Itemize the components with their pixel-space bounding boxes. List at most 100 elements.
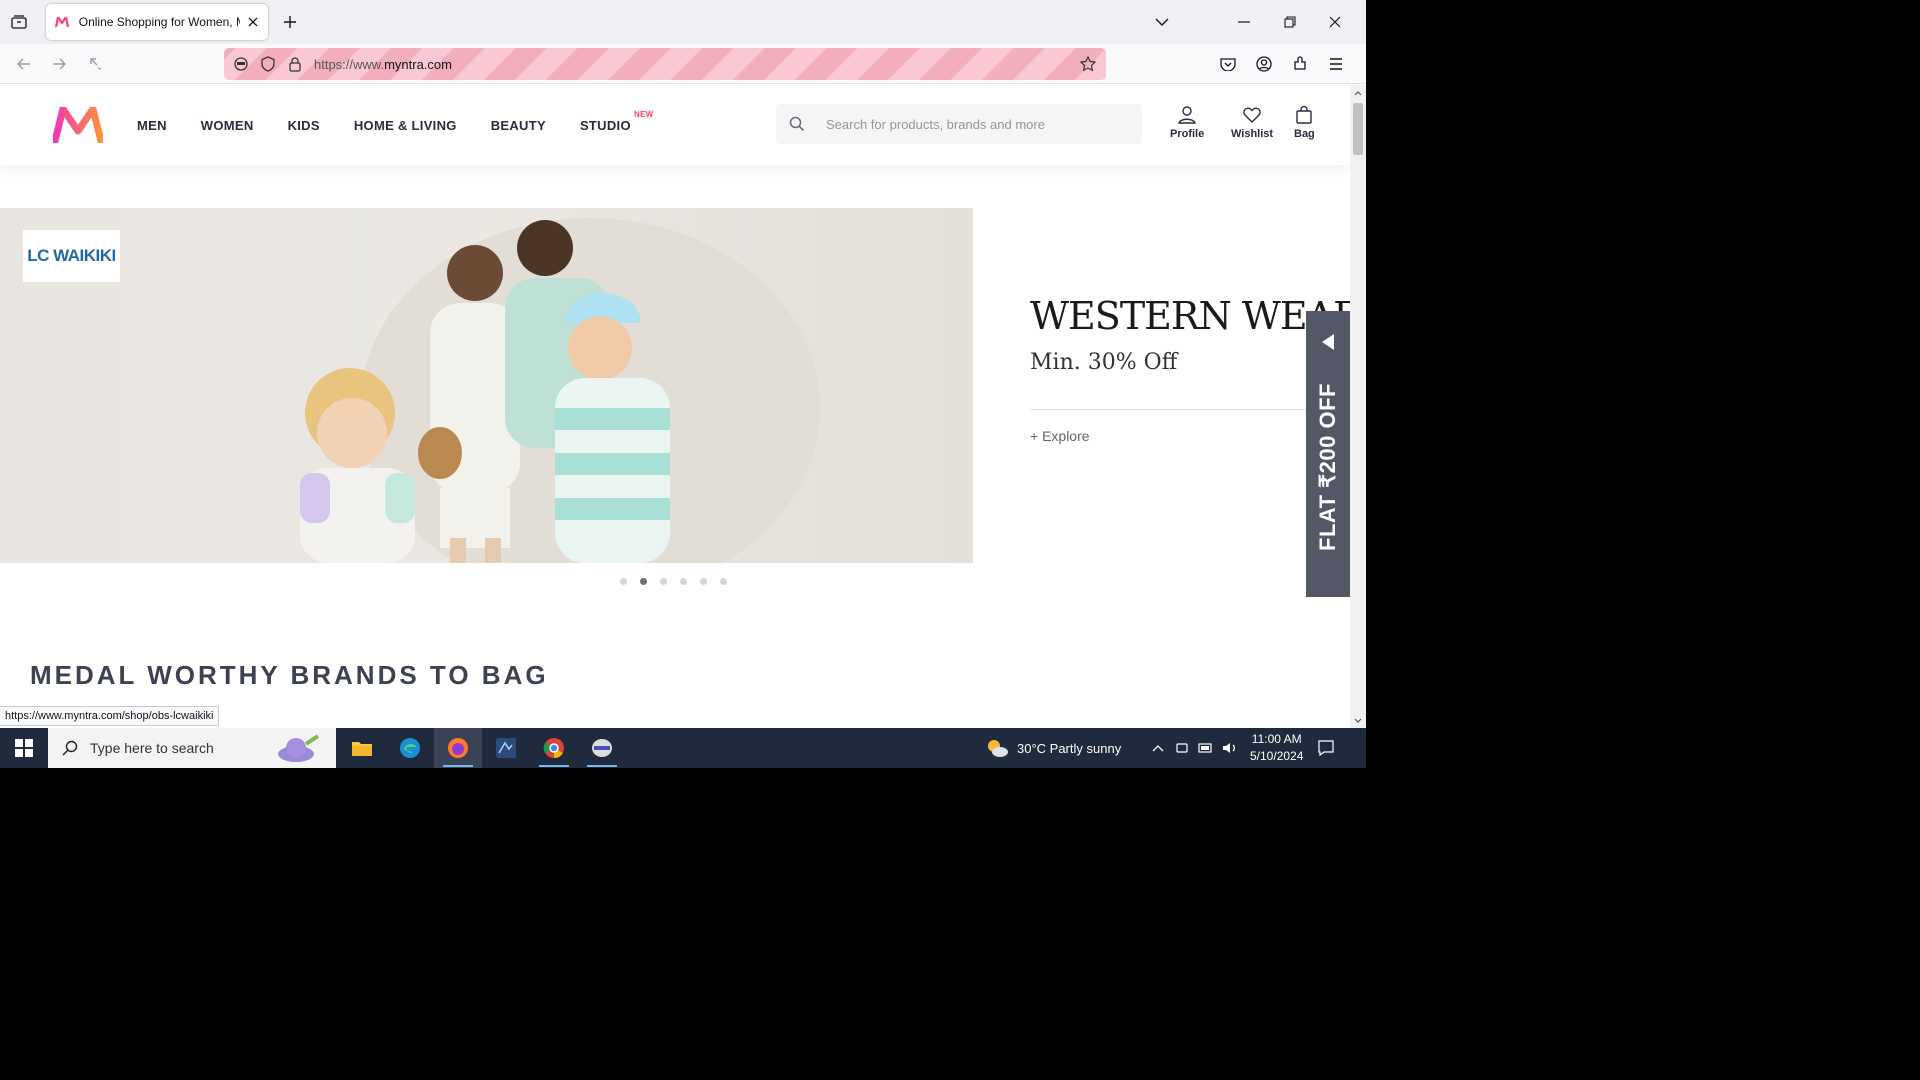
pocket-icon[interactable]: [1218, 54, 1238, 74]
taskbar: Type here to search 30°C Partly sunny 11…: [0, 728, 1366, 768]
menu-men[interactable]: MEN: [137, 118, 167, 133]
profile-button[interactable]: Profile: [1170, 105, 1204, 140]
brand-badge: LC WAIKIKI: [23, 230, 120, 282]
bookmark-star-icon[interactable]: [1080, 56, 1096, 72]
windows-start-icon[interactable]: [0, 728, 48, 768]
carousel-dot[interactable]: [680, 578, 687, 585]
weather-text: 30°C Partly sunny: [1017, 740, 1122, 756]
list-all-tabs-icon[interactable]: [1150, 10, 1174, 34]
banner-heading: WESTERN WEAR: [1030, 294, 1350, 338]
running-indicator: [587, 765, 617, 767]
profile-label: Profile: [1170, 128, 1205, 140]
web-page: MEN WOMEN KIDS HOME & LIVING BEAUTY STUD…: [0, 85, 1350, 728]
back-icon[interactable]: [14, 54, 34, 74]
search-input[interactable]: [826, 104, 1126, 144]
browser-tab[interactable]: Online Shopping for Women, M: [46, 4, 268, 40]
hero-banner[interactable]: LC WAIKIKI WESTERN WEAR Min. 30% Off + E…: [0, 208, 1350, 563]
close-window-icon[interactable]: [1323, 10, 1347, 34]
tab-list-icon[interactable]: [8, 12, 30, 32]
menu-studio[interactable]: STUDIO NEW: [580, 110, 653, 133]
banner-subheading: Min. 30% Off: [1030, 350, 1178, 375]
banner-divider: [1030, 409, 1330, 410]
active-indicator: [443, 765, 473, 767]
forward-icon[interactable]: [49, 54, 69, 74]
nav-toolbar: https://www.myntra.com: [0, 44, 1366, 84]
close-tab-icon[interactable]: [246, 15, 260, 29]
section-title: MEDAL WORTHY BRANDS TO BAG: [30, 660, 549, 690]
clock[interactable]: 11:00 AM 5/10/2024: [1250, 731, 1303, 765]
clock-time: 11:00 AM: [1251, 732, 1302, 746]
taskbar-search-placeholder: Type here to search: [90, 740, 214, 756]
tracking-protection-shield-icon[interactable]: [260, 56, 276, 72]
taskbar-file-explorer-icon[interactable]: [338, 728, 386, 768]
taskbar-chrome-icon[interactable]: [530, 728, 578, 768]
myntra-logo-icon[interactable]: [51, 105, 105, 145]
url-prefix: https://www.: [314, 57, 385, 72]
running-indicator: [539, 765, 569, 767]
search-box: [776, 104, 1142, 144]
taskbar-edge-icon[interactable]: [386, 728, 434, 768]
carousel-dot-active[interactable]: [640, 578, 647, 585]
menu-kids[interactable]: KIDS: [288, 118, 320, 133]
status-url: https://www.myntra.com/shop/obs-lcwaikik…: [0, 706, 220, 726]
taskbar-app-icon[interactable]: [482, 728, 530, 768]
extensions-icon[interactable]: [1290, 54, 1310, 74]
taskbar-app-icon[interactable]: [578, 728, 626, 768]
search-icon: [62, 740, 78, 756]
search-icon[interactable]: [788, 115, 806, 133]
carousel-dot[interactable]: [720, 578, 727, 585]
menu-beauty[interactable]: BEAUTY: [491, 118, 546, 133]
scroll-down-icon[interactable]: [1353, 715, 1363, 725]
url-bar[interactable]: https://www.myntra.com: [224, 48, 1106, 80]
restore-icon[interactable]: [1278, 10, 1302, 34]
remote-control-icon[interactable]: [233, 56, 249, 72]
menu-women[interactable]: WOMEN: [201, 118, 254, 133]
explore-link[interactable]: + Explore: [1030, 428, 1350, 444]
taskbar-firefox-icon[interactable]: [434, 728, 482, 768]
tab-strip: Online Shopping for Women, M: [0, 0, 1366, 44]
search-highlight-icon: [278, 734, 320, 762]
bag-button[interactable]: Bag: [1294, 105, 1315, 140]
partly-sunny-icon: [988, 740, 1008, 757]
tab-title: Online Shopping for Women, M: [78, 15, 241, 29]
weather-widget[interactable]: 30°C Partly sunny: [985, 728, 1121, 768]
stop-loading-icon[interactable]: [86, 54, 106, 74]
carousel-dot[interactable]: [660, 578, 667, 585]
wishlist-button[interactable]: Wishlist: [1231, 105, 1273, 140]
heart-icon: [1243, 107, 1261, 123]
url-host: myntra.com: [384, 57, 452, 72]
myntra-favicon-icon: [54, 14, 70, 30]
banner-image[interactable]: LC WAIKIKI: [0, 208, 973, 563]
notifications-icon[interactable]: [1318, 728, 1334, 768]
page-scrollbar[interactable]: [1350, 85, 1366, 728]
carousel-dot[interactable]: [700, 578, 707, 585]
bag-label: Bag: [1294, 128, 1315, 140]
hamburger-menu-icon[interactable]: [1326, 54, 1346, 74]
new-tab-icon[interactable]: [280, 12, 300, 32]
minimize-icon[interactable]: [1232, 10, 1256, 34]
url-text[interactable]: https://www.myntra.com: [314, 57, 452, 72]
show-hidden-icons-icon[interactable]: [1152, 728, 1164, 768]
banner-copy: WESTERN WEAR Min. 30% Off + Explore: [1030, 294, 1350, 444]
carousel-dot[interactable]: [620, 578, 627, 585]
flat-offer-tab[interactable]: FLAT ₹200 OFF: [1306, 311, 1350, 597]
site-header: MEN WOMEN KIDS HOME & LIVING BEAUTY STUD…: [0, 85, 1350, 165]
carousel-dots: [620, 578, 740, 585]
profile-icon: [1178, 106, 1197, 124]
meet-now-icon[interactable]: [1175, 728, 1189, 768]
scroll-up-icon[interactable]: [1353, 88, 1363, 98]
clock-date: 5/10/2024: [1250, 749, 1304, 763]
volume-icon[interactable]: [1222, 728, 1238, 768]
battery-icon[interactable]: [1198, 728, 1214, 768]
brand-logo-text: LC WAIKIKI: [27, 246, 116, 265]
new-badge: NEW: [633, 110, 654, 119]
lock-icon[interactable]: [287, 56, 303, 72]
offer-text: FLAT ₹200 OFF: [1315, 383, 1340, 551]
menu-home-living[interactable]: HOME & LIVING: [354, 118, 457, 133]
scroll-thumb[interactable]: [1353, 103, 1363, 155]
account-icon[interactable]: [1254, 54, 1274, 74]
screen: Online Shopping for Women, M https://www…: [0, 0, 1366, 768]
main-menu: MEN WOMEN KIDS HOME & LIVING BEAUTY STUD…: [137, 110, 665, 133]
taskbar-search[interactable]: Type here to search: [48, 728, 336, 768]
wishlist-label: Wishlist: [1231, 128, 1274, 140]
